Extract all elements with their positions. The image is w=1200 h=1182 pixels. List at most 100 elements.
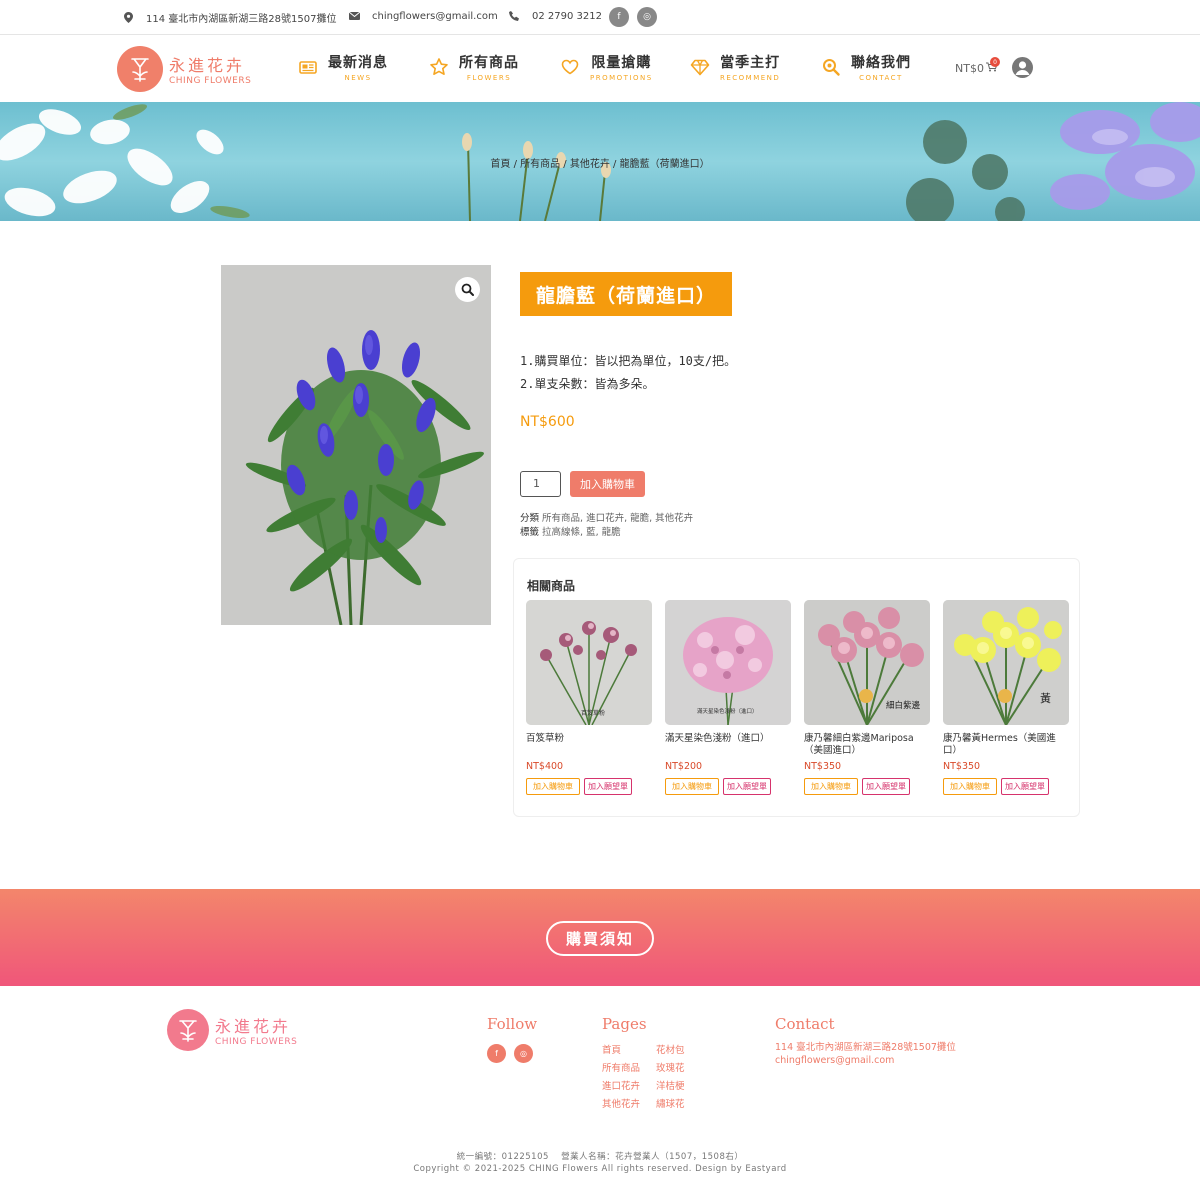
address-text: 114 臺北市內湖區新湖三路28號1507攤位 — [146, 14, 337, 25]
product-meta: 分類 所有商品, 進口花卉, 龍膽, 其他花卉 標籤 拉高線條, 藍, 龍膽 — [520, 512, 693, 540]
phone-item[interactable]: 02 2790 3212 — [508, 10, 602, 22]
related-product-name[interactable]: 百笈草粉 — [526, 733, 652, 757]
footer-link[interactable]: 玫瑰花 — [656, 1060, 685, 1074]
footer-follow-title: Follow — [487, 1015, 538, 1033]
related-add-to-wishlist-button[interactable]: 加入願望單 — [1001, 778, 1049, 795]
image-caption: 百笈草粉 — [581, 709, 605, 717]
email-text[interactable]: chingflowers@gmail.com — [372, 11, 498, 22]
nav-label: 聯絡我們 — [851, 55, 911, 71]
top-info-bar: 114 臺北市內湖區新湖三路28號1507攤位 chingflowers@gma… — [0, 0, 1200, 35]
nav-sublabel: RECOMMEND — [720, 74, 781, 82]
cart-button[interactable]: NT$0 0 — [955, 57, 1000, 75]
footer-link[interactable]: 首頁 — [602, 1042, 621, 1056]
image-caption: 黃 — [1040, 692, 1051, 705]
related-product-price: NT$350 — [804, 761, 842, 772]
related-add-to-cart-button[interactable]: 加入購物車 — [665, 778, 719, 795]
related-add-to-cart-button[interactable]: 加入購物車 — [943, 778, 997, 795]
purchase-notice-section: 購買須知 — [0, 889, 1200, 986]
brand-name-en: CHING FLOWERS — [215, 1037, 298, 1047]
related-product-name[interactable]: 康乃馨黃Hermes（美國進口） — [943, 733, 1069, 757]
related-add-to-wishlist-button[interactable]: 加入願望單 — [862, 778, 910, 795]
logo-mark-icon — [117, 46, 163, 92]
related-title: 相關商品 — [527, 579, 576, 593]
image-caption: 細白紫邊 — [886, 700, 921, 711]
related-product-image[interactable]: 百笈草粉 — [526, 600, 652, 725]
related-product-image[interactable]: 細白紫邊 — [804, 600, 930, 725]
related-product-price: NT$400 — [526, 761, 564, 772]
facebook-icon[interactable]: f — [609, 7, 629, 27]
instagram-icon[interactable]: ◎ — [637, 7, 657, 27]
footer-link[interactable]: 洋桔梗 — [656, 1078, 685, 1092]
related-add-to-wishlist-button[interactable]: 加入願望單 — [723, 778, 771, 795]
cart-total: NT$0 — [955, 62, 984, 75]
newspaper-icon — [298, 57, 318, 77]
add-to-cart-button[interactable]: 加入購物車 — [570, 471, 645, 497]
brand-name-cn: 永進花卉 — [215, 1017, 292, 1036]
product-description: 1.購買單位：皆以把為單位，10支/把。 2.單支朵數：皆為多朵。 — [520, 350, 736, 396]
footer-email[interactable]: chingflowers@gmail.com — [775, 1054, 956, 1067]
footer-link[interactable]: 所有商品 — [602, 1060, 640, 1074]
nav-item-flowers[interactable]: 所有商品 FLOWERS — [429, 52, 519, 82]
related-add-to-wishlist-button[interactable]: 加入願望單 — [584, 778, 632, 795]
related-add-to-cart-button[interactable]: 加入購物車 — [526, 778, 580, 795]
nav-sublabel: PROMOTIONS — [590, 74, 653, 82]
related-card[interactable]: 滿天星染色淺粉（進口） 滿天星染色淺粉（進口） NT$200 加入購物車 加入願… — [665, 600, 791, 795]
product-image[interactable] — [221, 265, 491, 625]
related-card[interactable]: 黃 康乃馨黃Hermes（美國進口） NT$350 加入購物車 加入願望單 — [943, 600, 1069, 795]
footer-link[interactable]: 繡球花 — [656, 1096, 685, 1110]
nav-label: 最新消息 — [328, 55, 388, 71]
category-label: 分類 — [520, 513, 540, 524]
product-price: NT$600 — [520, 414, 575, 430]
related-card[interactable]: 細白紫邊 康乃馨細白紫邊Mariposa（美國進口） NT$350 加入購物車 … — [804, 600, 930, 795]
nav-item-news[interactable]: 最新消息 NEWS — [298, 52, 388, 82]
image-caption: 滿天星染色淺粉（進口） — [697, 707, 758, 715]
page-banner: 首頁 / 所有商品 / 其他花卉 / 龍膽藍（荷蘭進口） — [0, 102, 1200, 221]
related-product-image[interactable]: 黃 — [943, 600, 1069, 725]
magnifier-icon — [461, 283, 474, 296]
nav-label: 當季主打 — [720, 55, 781, 71]
nav-item-contact[interactable]: 聯絡我們 CONTACT — [821, 52, 911, 82]
diamond-icon — [690, 57, 710, 77]
related-card[interactable]: 百笈草粉 百笈草粉 NT$400 加入購物車 加入願望單 — [526, 600, 652, 795]
instagram-icon[interactable]: ◎ — [514, 1044, 533, 1063]
footer-copyright: Copyright © 2021-2025 CHING Flowers All … — [413, 1164, 787, 1174]
pink-gypsophila-photo: 滿天星染色淺粉（進口） — [665, 600, 791, 725]
related-product-name[interactable]: 康乃馨細白紫邊Mariposa（美國進口） — [804, 733, 930, 757]
phone-text[interactable]: 02 2790 3212 — [532, 11, 602, 22]
footer-link[interactable]: 進口花卉 — [602, 1078, 640, 1092]
footer-link[interactable]: 花材包 — [656, 1042, 685, 1056]
brand-logo[interactable]: 永進花卉 CHING FLOWERS — [117, 46, 257, 92]
map-pin-icon — [122, 12, 134, 24]
cart-count-badge: 0 — [990, 57, 1000, 67]
nav-label: 限量搶購 — [591, 55, 652, 71]
breadcrumb[interactable]: 首頁 / 所有商品 / 其他花卉 / 龍膽藍（荷蘭進口） — [0, 155, 1200, 170]
brand-name-cn: 永進花卉 — [169, 56, 246, 75]
pink-flower-photo: 百笈草粉 — [526, 600, 652, 725]
tag-links[interactable]: 拉高線條, 藍, 龍膽 — [542, 527, 621, 538]
footer-logo[interactable]: 永進花卉 CHING FLOWERS — [167, 1009, 297, 1051]
related-product-image[interactable]: 滿天星染色淺粉（進口） — [665, 600, 791, 725]
zoom-button[interactable] — [455, 277, 480, 302]
desc-line: 2.單支朵數：皆為多朵。 — [520, 377, 655, 391]
related-add-to-cart-button[interactable]: 加入購物車 — [804, 778, 858, 795]
footer-link[interactable]: 其他花卉 — [602, 1096, 640, 1110]
main-header: 永進花卉 CHING FLOWERS 最新消息 NEWS 所有商品 FLOWERS … — [0, 35, 1200, 102]
nav-item-promotions[interactable]: 限量搶購 PROMOTIONS — [560, 52, 653, 82]
search-icon — [821, 57, 841, 77]
user-account-icon[interactable] — [1012, 57, 1033, 78]
related-product-price: NT$350 — [943, 761, 981, 772]
purchase-notice-button[interactable]: 購買須知 — [546, 921, 654, 956]
quantity-input[interactable]: 1 — [520, 471, 561, 497]
nav-sublabel: NEWS — [344, 74, 372, 82]
related-product-name[interactable]: 滿天星染色淺粉（進口） — [665, 733, 791, 757]
email-item[interactable]: chingflowers@gmail.com — [348, 10, 498, 22]
heart-icon — [560, 57, 580, 77]
nav-item-recommend[interactable]: 當季主打 RECOMMEND — [690, 52, 780, 82]
footer-pages-title: Pages — [602, 1015, 647, 1033]
nav-sublabel: CONTACT — [859, 74, 903, 82]
address-item: 114 臺北市內湖區新湖三路28號1507攤位 — [122, 10, 336, 25]
carnation-yellow-photo: 黃 — [943, 600, 1069, 725]
facebook-icon[interactable]: f — [487, 1044, 506, 1063]
footer-contact-title: Contact — [775, 1015, 835, 1033]
category-links[interactable]: 所有商品, 進口花卉, 龍膽, 其他花卉 — [542, 513, 693, 524]
